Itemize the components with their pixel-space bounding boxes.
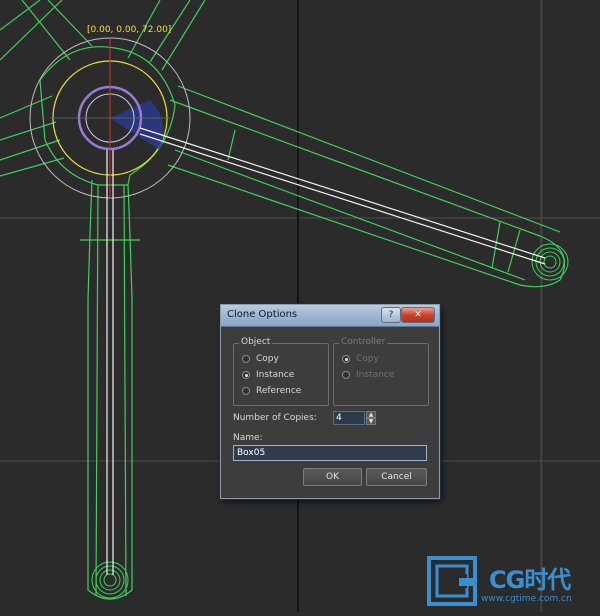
- controller-group: Controller Copy Instance: [333, 337, 429, 406]
- clone-options-dialog: Clone Options ? ✕ Object Copy Instance R…: [220, 304, 440, 499]
- cancel-button[interactable]: Cancel: [366, 468, 427, 486]
- number-of-copies-spinner[interactable]: 4 ▲ ▼: [333, 411, 376, 425]
- question-icon: ?: [388, 310, 394, 320]
- radio-button: [342, 371, 350, 379]
- ok-button[interactable]: OK: [303, 468, 362, 486]
- brand-url: www.cgtime.com.cn: [481, 594, 572, 604]
- radio-label: Copy: [356, 354, 379, 364]
- object-group-title: Object: [239, 337, 273, 347]
- number-of-copies-field[interactable]: 4: [333, 411, 365, 425]
- rotate-gizmo-wedge: [110, 100, 164, 150]
- arm-end-bearing-bottom: [91, 561, 129, 599]
- radio-label: Instance: [356, 370, 395, 380]
- dialog-titlebar[interactable]: Clone Options ? ✕: [221, 305, 439, 327]
- brand-name: CG时代: [489, 566, 571, 594]
- controller-group-title: Controller: [339, 337, 388, 347]
- radio-label: Reference: [256, 386, 302, 396]
- help-button[interactable]: ?: [381, 307, 401, 323]
- radio-button-selected: [342, 355, 350, 363]
- chevron-up-icon[interactable]: ▲: [366, 411, 376, 418]
- radio-label: Copy: [256, 354, 279, 364]
- radio-label: Instance: [256, 370, 295, 380]
- object-group: Object Copy Instance Reference: [233, 337, 329, 406]
- dialog-title: Clone Options: [227, 309, 298, 320]
- chevron-down-icon[interactable]: ▼: [366, 418, 376, 425]
- logo-icon: [427, 556, 477, 606]
- close-icon: ✕: [414, 310, 422, 320]
- coordinate-readout: [0.00, 0.00, 72.00]: [87, 25, 172, 35]
- name-input[interactable]: Box05: [233, 445, 427, 461]
- name-label: Name:: [233, 433, 263, 443]
- radio-button[interactable]: [242, 387, 250, 395]
- radio-button[interactable]: [242, 355, 250, 363]
- crank-arms: [0, 0, 565, 600]
- radio-button-selected[interactable]: [242, 371, 250, 379]
- number-of-copies-label: Number of Copies:: [233, 413, 317, 423]
- close-button[interactable]: ✕: [401, 307, 435, 323]
- watermark: CG时代 www.cgtime.com.cn: [425, 552, 600, 612]
